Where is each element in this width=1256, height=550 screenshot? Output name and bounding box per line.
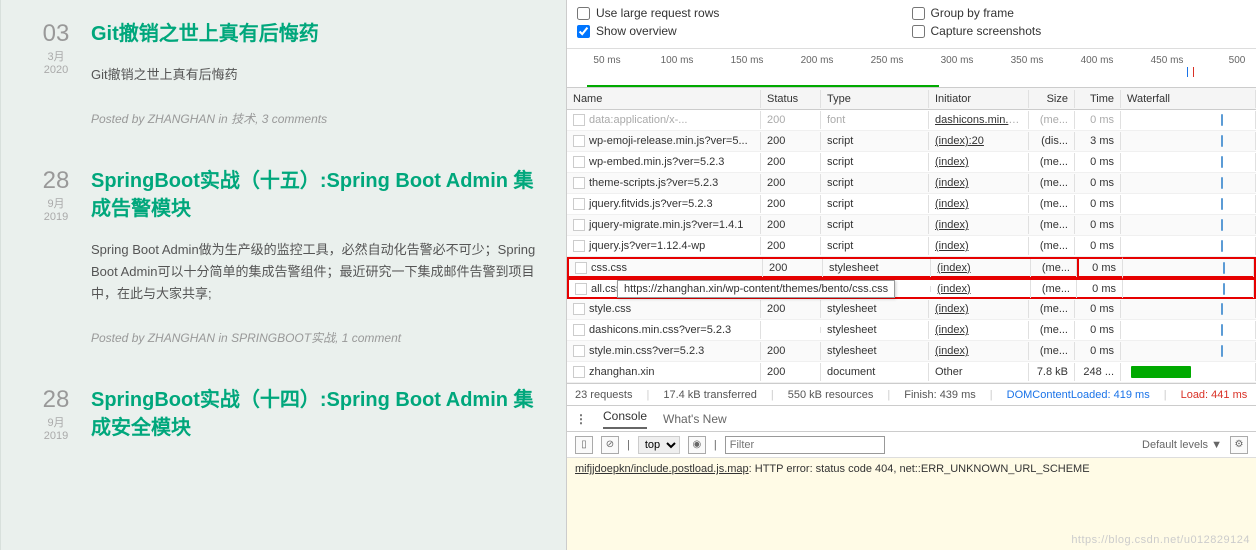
file-icon (573, 135, 585, 147)
opt-large-rows[interactable]: Use large request rows (577, 6, 912, 20)
initiator-link[interactable]: (index) (935, 198, 969, 210)
initiator-link[interactable]: dashicons.min.c... (935, 114, 1023, 126)
initiator-link[interactable]: (index) (935, 303, 969, 315)
file-icon (573, 303, 585, 315)
file-icon (575, 262, 587, 274)
console-filter-input[interactable] (725, 436, 885, 454)
post-date: 033月2020 (31, 20, 81, 127)
category-link[interactable]: 技术 (231, 112, 255, 126)
table-row[interactable]: theme-scripts.js?ver=5.2.3200script(inde… (567, 173, 1256, 194)
initiator-link[interactable]: (index) (935, 177, 969, 189)
table-row[interactable]: zhanghan.xin200documentOther7.8 kB248 ..… (567, 362, 1256, 383)
log-source-link[interactable]: mifjjdoepkn/include.postload.js.map (575, 463, 749, 475)
author-link[interactable]: ZHANGHAN (148, 331, 215, 345)
initiator-link[interactable]: (index):20 (935, 135, 984, 147)
table-row[interactable]: wp-embed.min.js?ver=5.2.3200script(index… (567, 152, 1256, 173)
blog-post: 289月2019SpringBoot实战（十五）:Spring Boot Adm… (31, 167, 536, 346)
col-waterfall[interactable]: Waterfall (1121, 90, 1256, 108)
console-toolbar: ▯ ⊘ | top ◉ | Default levels ▼ ⚙ (567, 431, 1256, 457)
table-row[interactable]: wp-emoji-release.min.js?ver=5...200scrip… (567, 131, 1256, 152)
table-row[interactable]: style.min.css?ver=5.2.3200stylesheet(ind… (567, 341, 1256, 362)
post-title[interactable]: SpringBoot实战（十五）:Spring Boot Admin 集成告警模… (91, 167, 536, 223)
summary-bar: 23 requests| 17.4 kB transferred| 550 kB… (567, 383, 1256, 405)
table-header: Name Status Type Initiator Size Time Wat… (567, 88, 1256, 110)
post-meta: Posted by ZHANGHAN in 技术, 3 comments (91, 110, 536, 127)
drawer-menu-icon[interactable]: ⋮ (575, 412, 587, 426)
table-row[interactable]: all.csshttps://zhanghan.xin/wp-content/t… (567, 278, 1256, 299)
col-type[interactable]: Type (821, 90, 929, 108)
initiator-link[interactable]: (index) (937, 262, 971, 274)
opt-overview[interactable]: Show overview (577, 24, 912, 38)
file-icon (573, 219, 585, 231)
initiator-link[interactable]: (index) (935, 324, 969, 336)
post-date: 289月2019 (31, 167, 81, 346)
opt-group-frame[interactable]: Group by frame (912, 6, 1247, 20)
col-name[interactable]: Name (567, 90, 761, 108)
post-title[interactable]: SpringBoot实战（十四）:Spring Boot Admin 集成安全模… (91, 386, 536, 442)
blog-panel: 033月2020 Git撤销之世上真有后悔药 Git撤销之世上真有后悔药 Posted… (0, 0, 566, 550)
post-excerpt: Spring Boot Admin做为生产级的监控工具，必然自动化告警必不可少；… (91, 239, 536, 305)
file-icon (573, 366, 585, 378)
col-initiator[interactable]: Initiator (929, 90, 1029, 108)
log-levels-select[interactable]: Default levels ▼ (1142, 439, 1222, 451)
url-tooltip: https://zhanghan.xin/wp-content/themes/b… (617, 280, 763, 298)
initiator-link[interactable]: (index) (935, 240, 969, 252)
network-options: Use large request rows Show overview Gro… (567, 0, 1256, 48)
settings-gear-icon[interactable]: ⚙ (1230, 436, 1248, 454)
table-row[interactable]: style.css200stylesheet(index)(me...0 ms (567, 299, 1256, 320)
initiator-link[interactable]: (index) (935, 156, 969, 168)
blog-post: 033月2020 Git撤销之世上真有后悔药 Git撤销之世上真有后悔药 Posted… (31, 20, 536, 127)
blog-post: 289月2019SpringBoot实战（十四）:Spring Boot Adm… (31, 386, 536, 458)
author-link[interactable]: ZHANGHAN (148, 112, 215, 126)
comments-link[interactable]: 3 comments (262, 112, 327, 126)
initiator-link[interactable]: (index) (935, 219, 969, 231)
file-icon (573, 345, 585, 357)
initiator-link[interactable]: (index) (935, 345, 969, 357)
col-status[interactable]: Status (761, 90, 821, 108)
file-icon (573, 198, 585, 210)
post-date: 289月2019 (31, 386, 81, 458)
file-icon (575, 283, 587, 295)
post-meta: Posted by ZHANGHAN in SPRINGBOOT实战, 1 co… (91, 329, 536, 346)
table-row[interactable]: jquery.js?ver=1.12.4-wp200script(index)(… (567, 236, 1256, 257)
file-icon (573, 177, 585, 189)
tab-whatsnew[interactable]: What's New (663, 412, 727, 426)
timeline[interactable]: 50 ms100 ms150 ms200 ms250 ms300 ms350 m… (567, 48, 1256, 88)
eye-icon[interactable]: ◉ (688, 436, 706, 454)
watermark: https://blog.csdn.net/u012829124 (1071, 534, 1250, 546)
table-row[interactable]: dashicons.min.css?ver=5.2.3stylesheet(in… (567, 320, 1256, 341)
context-select[interactable]: top (638, 436, 680, 454)
table-row[interactable]: data:application/x-...200fontdashicons.m… (567, 110, 1256, 131)
col-time[interactable]: Time (1075, 90, 1121, 108)
sidebar-toggle-icon[interactable]: ▯ (575, 436, 593, 454)
initiator-link: Other (935, 366, 963, 378)
comments-link[interactable]: 1 comment (342, 331, 401, 345)
devtools-panel: Use large request rows Show overview Gro… (566, 0, 1256, 550)
col-size[interactable]: Size (1029, 90, 1075, 108)
file-icon (573, 114, 585, 126)
post-excerpt: Git撤销之世上真有后悔药 (91, 64, 536, 86)
tab-console[interactable]: Console (603, 409, 647, 429)
table-row[interactable]: jquery-migrate.min.js?ver=1.4.1200script… (567, 215, 1256, 236)
opt-capture[interactable]: Capture screenshots (912, 24, 1247, 38)
file-icon (573, 156, 585, 168)
post-title[interactable]: Git撤销之世上真有后悔药 (91, 20, 536, 48)
initiator-link[interactable]: (index) (937, 283, 971, 295)
drawer-tabs: ⋮ Console What's New (567, 405, 1256, 431)
table-row[interactable]: css.css200stylesheet(index)(me...0 ms (567, 257, 1256, 278)
table-row[interactable]: jquery.fitvids.js?ver=5.2.3200script(ind… (567, 194, 1256, 215)
file-icon (573, 240, 585, 252)
network-table-body: data:application/x-...200fontdashicons.m… (567, 110, 1256, 383)
clear-console-icon[interactable]: ⊘ (601, 436, 619, 454)
category-link[interactable]: SPRINGBOOT实战 (231, 331, 335, 345)
file-icon (573, 324, 585, 336)
